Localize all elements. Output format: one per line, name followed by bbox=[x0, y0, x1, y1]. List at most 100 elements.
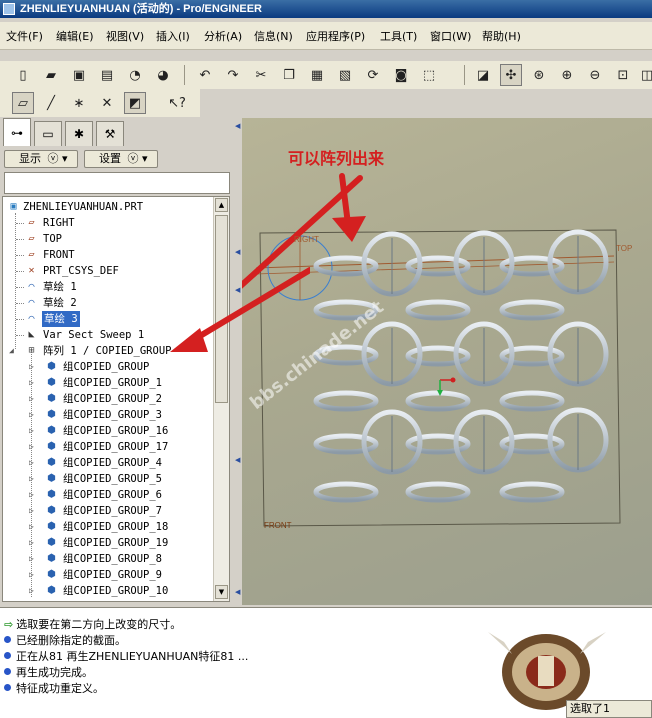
message-line: 正在从81 再生ZHENLIEYUANHUAN特征81 ... bbox=[4, 650, 248, 664]
save-icon[interactable]: ▣ bbox=[68, 64, 90, 86]
message-line: ⇨ 选取要在第二方向上改变的尺寸。 bbox=[4, 618, 181, 632]
tree-connector bbox=[16, 335, 24, 336]
new-file-icon[interactable]: ▯ bbox=[12, 64, 34, 86]
menu-tools[interactable]: 工具(T) bbox=[380, 28, 417, 44]
context-help-icon[interactable]: ↖? bbox=[166, 92, 188, 114]
navigator-tabs: ⊶ ▭ ✱ ⚒ bbox=[0, 118, 234, 146]
find-icon[interactable]: ◙ bbox=[390, 64, 412, 86]
tab-model-tree[interactable]: ⊶ bbox=[3, 118, 31, 146]
message-text: 选取要在第二方向上改变的尺寸。 bbox=[16, 618, 182, 631]
splitter-arrow-icon[interactable]: ◀ bbox=[235, 588, 240, 596]
tree-item-label: RIGHT bbox=[43, 217, 75, 229]
splitter-arrow-icon[interactable]: ◀ bbox=[235, 122, 240, 130]
message-text: 特征成功重定义。 bbox=[16, 682, 104, 695]
menu-info[interactable]: 信息(N) bbox=[254, 28, 293, 44]
reorient-icon[interactable]: ◫ bbox=[636, 64, 652, 86]
ring-array[interactable] bbox=[313, 229, 609, 503]
expand-arrow-icon[interactable]: ▷ bbox=[29, 567, 38, 583]
tree-item-label: TOP bbox=[43, 233, 62, 245]
info-bullet-icon bbox=[4, 684, 11, 691]
show-button[interactable]: 显示 ⓥ ▾ bbox=[4, 150, 78, 168]
menu-view[interactable]: 视图(V) bbox=[106, 28, 144, 44]
cut-icon[interactable]: ✂ bbox=[250, 64, 272, 86]
datum-planes-icon[interactable]: ▱ bbox=[12, 92, 34, 114]
tree-item-label: 组COPIED_GROUP bbox=[63, 361, 150, 373]
folder-icon: ▭ bbox=[42, 127, 54, 141]
select-box-icon[interactable]: ⬚ bbox=[418, 64, 440, 86]
group-icon: ⬢ bbox=[47, 585, 56, 596]
menu-edit[interactable]: 编辑(E) bbox=[56, 28, 94, 44]
orient-mode-icon[interactable]: ⊛ bbox=[528, 64, 550, 86]
tab-folder-browser[interactable]: ▭ bbox=[34, 121, 62, 146]
window-title: ZHENLIEYUANHUAN (活动的) - Pro/ENGINEER bbox=[20, 3, 263, 15]
group-icon: ⬢ bbox=[47, 441, 56, 452]
zoom-in-icon[interactable]: ⊕ bbox=[556, 64, 578, 86]
menu-help[interactable]: 帮助(H) bbox=[482, 28, 521, 44]
tree-filter-box[interactable] bbox=[4, 172, 230, 194]
expand-arrow-icon[interactable]: ▷ bbox=[29, 551, 38, 567]
expand-arrow-icon[interactable]: ▷ bbox=[29, 455, 38, 471]
paste-special-icon[interactable]: ▧ bbox=[334, 64, 356, 86]
menu-window[interactable]: 窗口(W) bbox=[430, 28, 471, 44]
scroll-up-arrow-icon[interactable]: ▲ bbox=[215, 198, 228, 212]
expand-arrow-icon[interactable]: ▷ bbox=[29, 407, 38, 423]
model-tree-icon: ⊶ bbox=[11, 125, 23, 140]
expand-arrow-icon[interactable]: ▷ bbox=[29, 503, 38, 519]
tree-item-label: 组COPIED_GROUP_6 bbox=[63, 489, 163, 501]
sweep-icon: ◣ bbox=[28, 329, 35, 340]
expand-arrow-icon[interactable]: ▷ bbox=[29, 487, 38, 503]
sketch-icon: ⌒ bbox=[28, 313, 35, 324]
message-line: 已经删除指定的截面。 bbox=[4, 634, 126, 648]
info-bullet-icon bbox=[4, 636, 11, 643]
paste-icon[interactable]: ▦ bbox=[306, 64, 328, 86]
annotations-icon[interactable]: ◩ bbox=[124, 92, 146, 114]
tree-item-label: 组COPIED_GROUP_18 bbox=[63, 521, 169, 533]
collapse-arrow-icon[interactable]: ◢ bbox=[9, 343, 18, 359]
toolbar-separator bbox=[464, 65, 465, 85]
datum-plane-icon: ▱ bbox=[28, 217, 35, 228]
expand-arrow-icon[interactable]: ▷ bbox=[29, 423, 38, 439]
regenerate-icon[interactable]: ⟳ bbox=[362, 64, 384, 86]
tree-item-label: 组COPIED_GROUP_4 bbox=[63, 457, 163, 469]
csys-icon: ✕ bbox=[28, 265, 35, 276]
connections-icon: ⚒ bbox=[104, 127, 116, 141]
group-icon: ⬢ bbox=[47, 569, 56, 580]
tab-favorites[interactable]: ✱ bbox=[65, 121, 93, 146]
info-bullet-icon bbox=[4, 652, 11, 659]
expand-arrow-icon[interactable]: ▷ bbox=[29, 391, 38, 407]
settings-button[interactable]: 设置 ⓥ ▾ bbox=[84, 150, 158, 168]
expand-arrow-icon[interactable]: ▷ bbox=[29, 519, 38, 535]
tab-connections[interactable]: ⚒ bbox=[96, 121, 124, 146]
repaint-icon[interactable]: ◪ bbox=[472, 64, 494, 86]
coordinate-systems-icon[interactable]: ✕ bbox=[96, 92, 118, 114]
expand-arrow-icon[interactable]: ▷ bbox=[29, 535, 38, 551]
selection-status: 选取了1 bbox=[566, 700, 652, 718]
datum-points-icon[interactable]: ∗ bbox=[68, 92, 90, 114]
datum-plane-icon: ▱ bbox=[28, 233, 35, 244]
datum-axes-icon[interactable]: ╱ bbox=[40, 92, 62, 114]
expand-arrow-icon[interactable]: ▷ bbox=[29, 375, 38, 391]
expand-arrow-icon[interactable]: ▷ bbox=[29, 583, 38, 599]
menu-insert[interactable]: 插入(I) bbox=[156, 28, 190, 44]
scroll-down-arrow-icon[interactable]: ▼ bbox=[215, 585, 228, 599]
refit-icon[interactable]: ⊡ bbox=[612, 64, 634, 86]
group-icon: ⬢ bbox=[47, 361, 56, 372]
menu-analysis[interactable]: 分析(A) bbox=[204, 28, 242, 44]
copy-icon[interactable]: ❐ bbox=[278, 64, 300, 86]
open-folder-icon[interactable]: ▰ bbox=[40, 64, 62, 86]
menu-file[interactable]: 文件(F) bbox=[6, 28, 43, 44]
tree-item-label: PRT_CSYS_DEF bbox=[43, 265, 119, 277]
menu-applications[interactable]: 应用程序(P) bbox=[306, 28, 365, 44]
expand-arrow-icon[interactable]: ▷ bbox=[29, 359, 38, 375]
zoom-out-icon[interactable]: ⊖ bbox=[584, 64, 606, 86]
datum-label-front: FRONT bbox=[264, 521, 292, 530]
splitter-arrow-icon[interactable]: ◀ bbox=[235, 248, 240, 256]
email-icon[interactable]: ◔ bbox=[124, 64, 146, 86]
redo-icon[interactable]: ↷ bbox=[222, 64, 244, 86]
expand-arrow-icon[interactable]: ▷ bbox=[29, 471, 38, 487]
print-icon[interactable]: ▤ bbox=[96, 64, 118, 86]
spin-center-icon[interactable]: ✣ bbox=[500, 64, 522, 86]
email-link-icon[interactable]: ◕ bbox=[152, 64, 174, 86]
undo-icon[interactable]: ↶ bbox=[194, 64, 216, 86]
expand-arrow-icon[interactable]: ▷ bbox=[29, 439, 38, 455]
